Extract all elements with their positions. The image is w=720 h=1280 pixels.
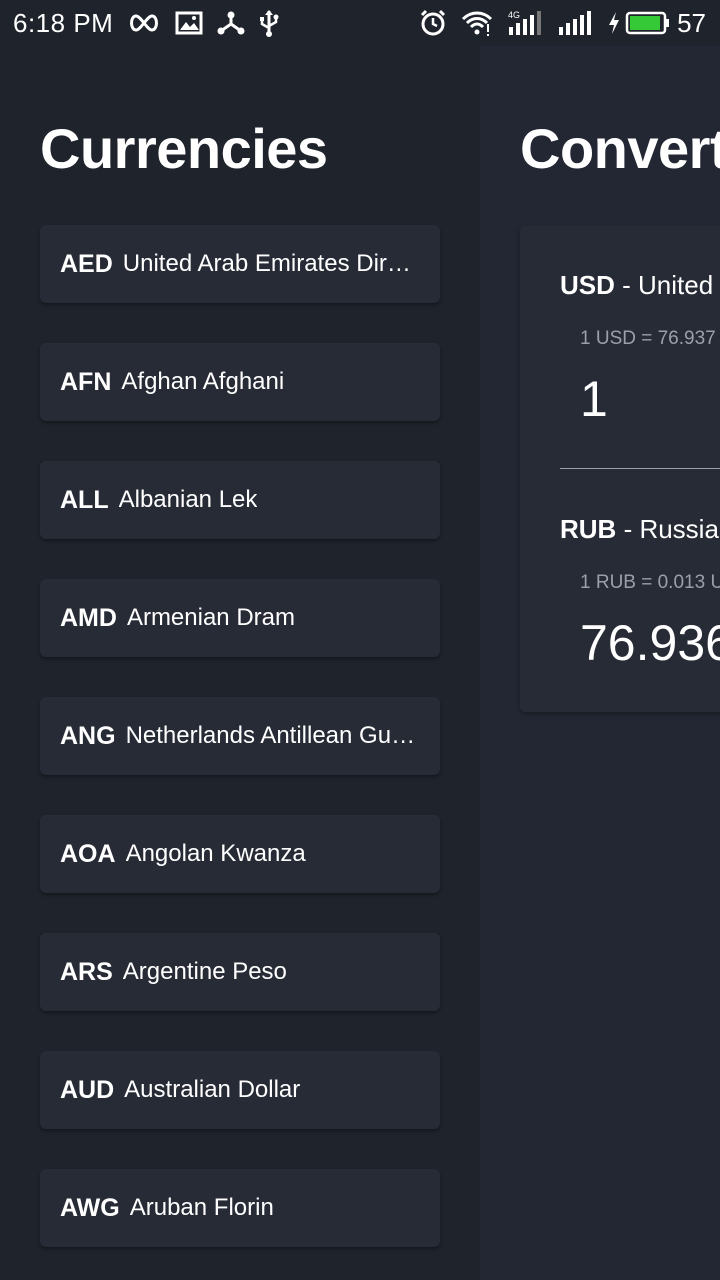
currency-item-all[interactable]: ALL Albanian Lek: [40, 461, 440, 539]
from-currency-header[interactable]: USD - United: [560, 270, 713, 301]
currencies-pane: Currencies AED United Arab Emirates Dirh…: [0, 46, 480, 1280]
currency-name: Argentine Peso: [122, 958, 287, 985]
alarm-icon: [419, 9, 447, 37]
converter-title: Converter: [520, 117, 720, 180]
status-time: 6:18 PM: [13, 7, 114, 38]
currency-code: AMD: [60, 603, 117, 632]
currency-item-aoa[interactable]: AOA Angolan Kwanza: [40, 815, 440, 893]
infinity-icon: [127, 12, 161, 34]
from-amount-input[interactable]: 1: [580, 370, 608, 428]
to-currency-code: RUB: [560, 514, 617, 544]
to-rate: 1 RUB = 0.013 U: [580, 572, 720, 593]
currency-item-amd[interactable]: AMD Armenian Dram: [40, 579, 440, 657]
currency-code: ARS: [60, 957, 113, 986]
to-currency-name: - Russia: [616, 514, 719, 544]
to-currency-header[interactable]: RUB - Russia: [560, 514, 719, 545]
status-bar: 6:18 PM 4G 57: [0, 0, 720, 46]
from-currency-name: - United: [614, 270, 714, 300]
battery-percent: 57: [677, 7, 706, 38]
currency-name: Albanian Lek: [118, 486, 258, 513]
currencies-title: Currencies: [40, 117, 328, 180]
currency-code: ALL: [60, 485, 109, 514]
currency-code: ANG: [60, 721, 116, 750]
signal-4g-icon: 4G: [507, 9, 543, 37]
converter-card: USD - United 1 USD = 76.937 1 RUB - Russ…: [520, 226, 720, 712]
currency-code: AOA: [60, 839, 116, 868]
currency-item-ars[interactable]: ARS Argentine Peso: [40, 933, 440, 1011]
currency-name: Australian Dollar: [124, 1076, 301, 1103]
divider: [560, 468, 720, 469]
image-icon: [175, 11, 203, 35]
currency-code: AWG: [60, 1193, 120, 1222]
to-amount-input[interactable]: 76.936: [580, 614, 720, 672]
share-icon: [217, 10, 245, 36]
currency-code: AFN: [60, 367, 112, 396]
usb-icon: [259, 9, 279, 37]
currency-name: Angolan Kwanza: [125, 840, 306, 867]
currency-item-aed[interactable]: AED United Arab Emirates Dirham: [40, 225, 440, 303]
currency-item-afn[interactable]: AFN Afghan Afghani: [40, 343, 440, 421]
currency-name: Aruban Florin: [129, 1194, 274, 1221]
currency-item-aud[interactable]: AUD Australian Dollar: [40, 1051, 440, 1129]
currency-code: AUD: [60, 1075, 115, 1104]
battery-icon: [625, 11, 671, 35]
currency-item-awg[interactable]: AWG Aruban Florin: [40, 1169, 440, 1247]
from-rate: 1 USD = 76.937: [580, 328, 716, 349]
currency-code: AED: [60, 249, 113, 278]
wifi-icon: [461, 10, 493, 36]
from-currency-code: USD: [560, 270, 615, 300]
network-label: 4G: [508, 10, 520, 20]
charging-icon: [607, 11, 621, 35]
converter-pane: Converter USD - United 1 USD = 76.937 1 …: [480, 46, 720, 1280]
currency-name: Netherlands Antillean Guilder: [125, 722, 420, 749]
currency-name: Afghan Afghani: [121, 368, 285, 395]
currency-name: Armenian Dram: [126, 604, 295, 631]
currency-name: United Arab Emirates Dirham: [122, 250, 420, 277]
currency-item-ang[interactable]: ANG Netherlands Antillean Guilder: [40, 697, 440, 775]
signal-icon: [557, 9, 593, 37]
